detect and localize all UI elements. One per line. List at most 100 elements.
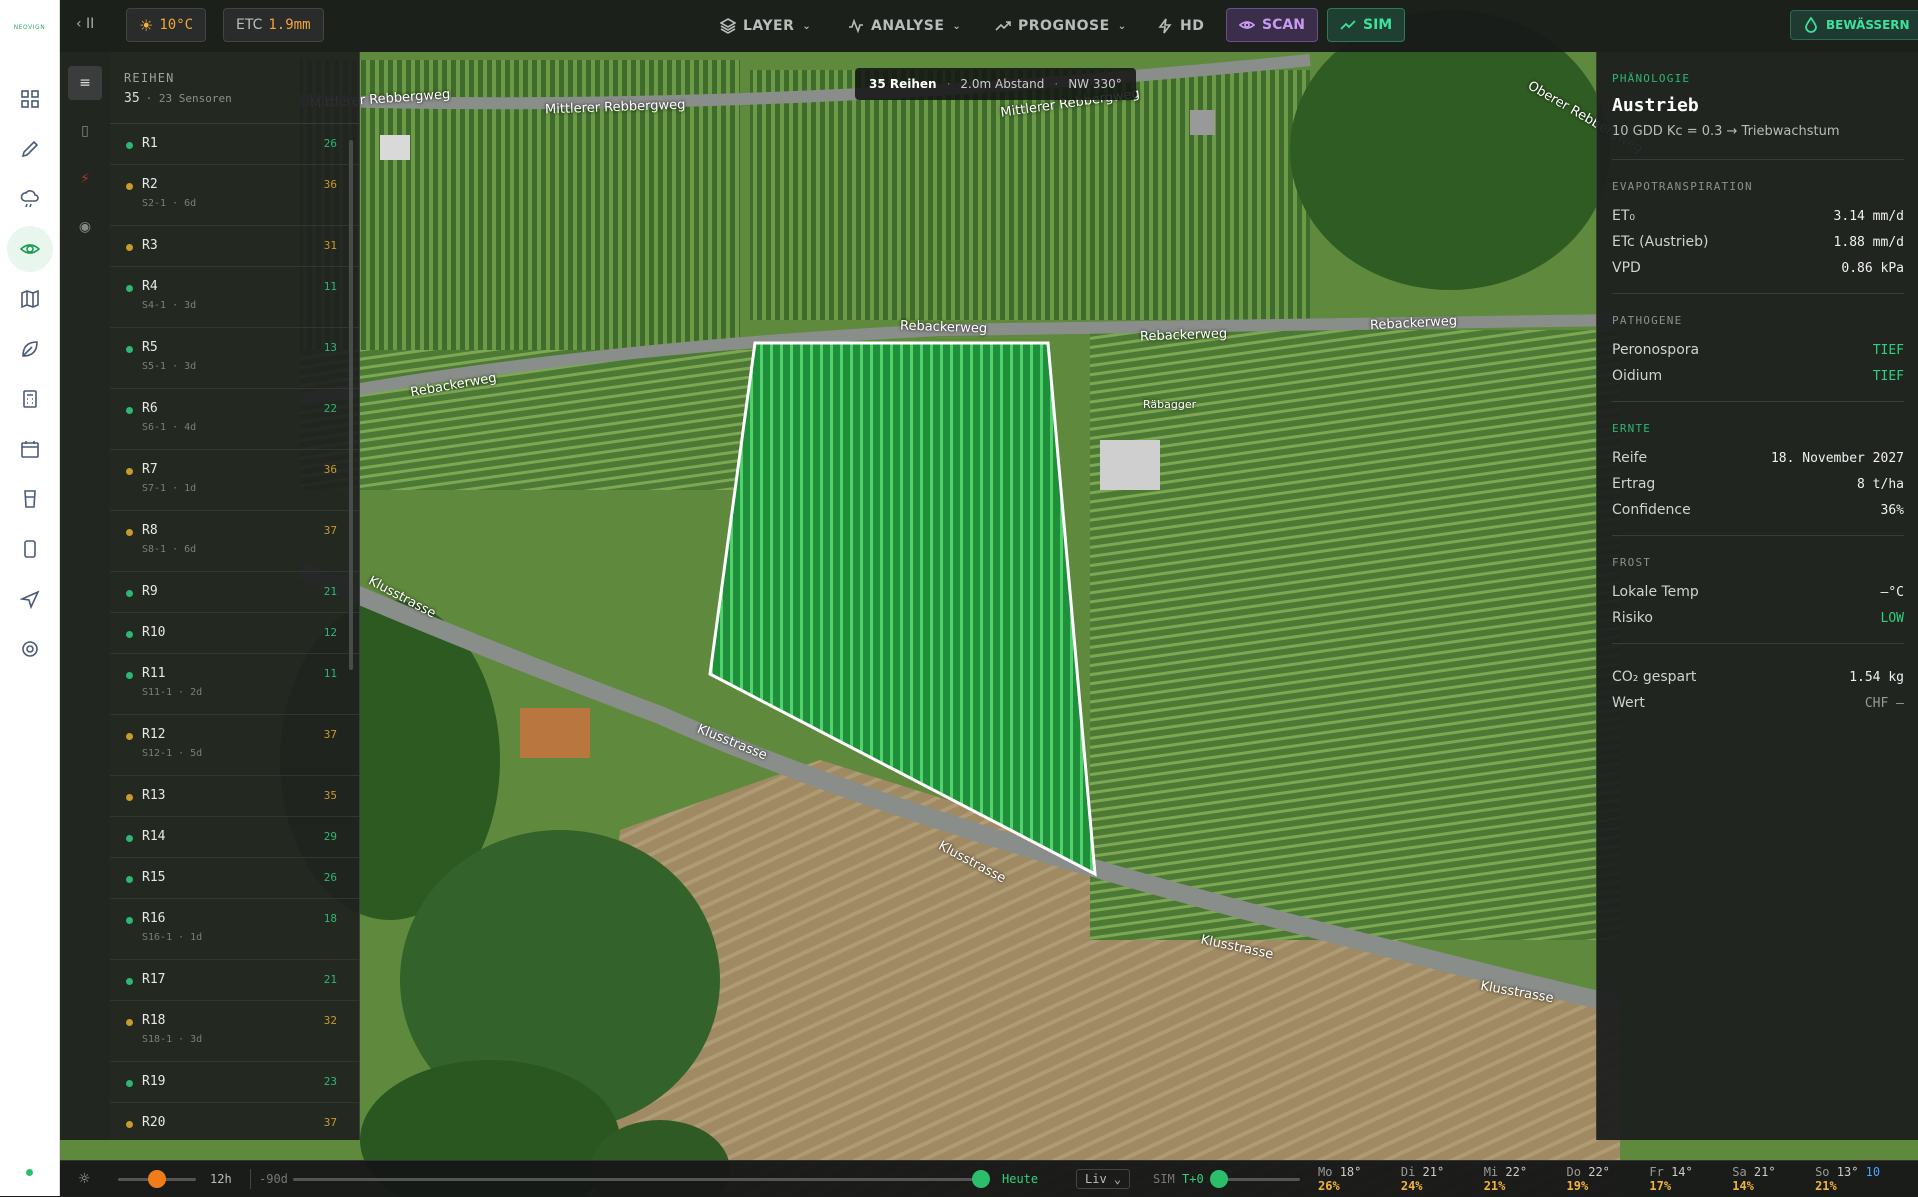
droplet-icon <box>1805 17 1817 33</box>
row-item[interactable]: R9 21 <box>110 572 359 613</box>
eye-icon <box>1239 21 1255 29</box>
sim-value: T+0 <box>1182 1172 1204 1186</box>
row-item[interactable]: R4 11 S4-1 · 3d <box>110 267 359 328</box>
analyse-menu[interactable]: ANALYSE ⌄ <box>848 12 961 40</box>
time-slider[interactable] <box>972 1170 990 1188</box>
back-icon[interactable]: ‹ ⅠⅠ <box>76 16 94 32</box>
sun-icon[interactable]: ☼ <box>78 1161 91 1197</box>
forecast-pct: 24% <box>1400 1179 1423 1193</box>
status-dot <box>126 346 133 353</box>
today-label: Heute <box>1002 1172 1039 1186</box>
row-item[interactable]: R13 35 <box>110 776 359 817</box>
sim-slider[interactable] <box>1210 1170 1228 1188</box>
row-item[interactable]: R7 36 S7-1 · 1d <box>110 450 359 511</box>
bolt-icon <box>1158 18 1172 34</box>
spacing-info: 2.0m Abstand <box>960 77 1045 91</box>
drone-nav[interactable] <box>7 576 53 622</box>
irrigate-button[interactable]: BEWÄSSERN <box>1790 10 1918 40</box>
row-sensor: S2-1 · 6d <box>142 198 197 209</box>
chevron-down-icon: ⌄ <box>952 20 962 32</box>
vpd-value: 0.86 kPa <box>1841 260 1904 276</box>
row-item[interactable]: R19 23 <box>110 1062 359 1103</box>
et0-value: 3.14 mm/d <box>1833 208 1904 224</box>
status-dot <box>126 631 133 638</box>
list-icon[interactable]: ≡ <box>68 66 102 100</box>
calendar-nav[interactable] <box>7 426 53 472</box>
forecast-temp: 22° <box>1505 1165 1528 1179</box>
row-item[interactable]: R17 21 <box>110 960 359 1001</box>
row-count: 21 <box>323 585 337 598</box>
time-track[interactable] <box>293 1178 983 1181</box>
trend-icon <box>1340 20 1356 30</box>
glass-icon <box>23 490 36 508</box>
row-sensor: S11-1 · 2d <box>142 687 203 698</box>
row-count: 26 <box>323 137 337 150</box>
row-item[interactable]: R2 36 S2-1 · 6d <box>110 165 359 226</box>
hours-slider[interactable] <box>148 1170 166 1188</box>
etc-chip[interactable]: ETC 1.9mm <box>223 8 324 42</box>
forecast-pct: 19% <box>1566 1179 1589 1193</box>
row-sensor: S8-1 · 6d <box>142 544 197 555</box>
forecast-pct: 26% <box>1318 1179 1340 1193</box>
forecast-strip: Mo 18° 26% Di 21° 24% Mi 22° 21% Do 22° 19%… <box>1318 1161 1918 1197</box>
scan-button[interactable]: SCAN <box>1226 8 1318 42</box>
row-item[interactable]: R1 26 <box>110 124 359 165</box>
forecast-temp: 13° <box>1836 1165 1859 1179</box>
dashboard-nav[interactable] <box>7 76 53 122</box>
status-dot <box>126 1080 133 1087</box>
phone-icon <box>23 540 36 558</box>
row-item[interactable]: R11 11 S11-1 · 2d <box>110 654 359 715</box>
draw-nav[interactable] <box>7 126 53 172</box>
device-nav[interactable] <box>7 526 53 572</box>
forecast-pct: 21% <box>1483 1179 1506 1193</box>
row-item[interactable]: R5 13 S5-1 · 3d <box>110 328 359 389</box>
row-item[interactable]: R12 37 S12-1 · 5d <box>110 715 359 776</box>
row-item[interactable]: R8 37 S8-1 · 6d <box>110 511 359 572</box>
irrigate-label: BEWÄSSERN <box>1826 18 1910 32</box>
scan-label: SCAN <box>1262 17 1305 33</box>
row-item[interactable]: R6 22 S6-1 · 4d <box>110 389 359 450</box>
weather-chip[interactable]: ☀ 10°C <box>126 8 207 42</box>
row-item[interactable]: R16 18 S16-1 · 1d <box>110 899 359 960</box>
forecast-day-name: Fr <box>1649 1165 1664 1179</box>
chevron-down-icon: ⌄ <box>1117 20 1127 32</box>
target-icon[interactable]: ◉ <box>68 210 102 244</box>
forecast-temp: 18° <box>1339 1165 1362 1179</box>
row-item[interactable]: R20 37 <box>110 1103 359 1140</box>
scrollbar[interactable] <box>349 140 353 670</box>
status-dot <box>126 917 133 924</box>
row-item[interactable]: R14 29 <box>110 817 359 858</box>
value-label: Wert <box>1612 695 1645 711</box>
row-item[interactable]: R3 31 <box>110 226 359 267</box>
plane-icon <box>19 590 40 609</box>
leaf-nav[interactable] <box>7 326 53 372</box>
layer-menu[interactable]: LAYER ⌄ <box>720 12 811 40</box>
row-sensor: S16-1 · 1d <box>142 932 203 943</box>
map-nav[interactable] <box>7 276 53 322</box>
forecast-day: Mi 22° 21% <box>1484 1165 1551 1193</box>
glass-nav[interactable] <box>7 476 53 522</box>
weather-nav[interactable] <box>7 176 53 222</box>
mode-value: Liv <box>1085 1172 1107 1186</box>
map-icon <box>20 289 39 309</box>
row-item[interactable]: R10 12 <box>110 613 359 654</box>
calculator-nav[interactable] <box>7 376 53 422</box>
value-value: CHF — <box>1864 695 1904 711</box>
prognose-menu[interactable]: PROGNOSE ⌄ <box>995 12 1127 40</box>
sim-button[interactable]: SIM <box>1327 8 1406 42</box>
rows-panel: REIHEN 35 · 23 Sensoren R1 26 R2 36 S2-1 · 6d… <box>110 52 360 1140</box>
row-count: 22 <box>323 402 337 415</box>
rows-count: 35 <box>124 91 140 106</box>
orientation-info: NW 330° <box>1068 77 1122 91</box>
status-dot <box>126 529 133 536</box>
bolt-icon[interactable]: ⚡ <box>68 162 102 196</box>
evapotranspiration-label: EVAPOTRANSPIRATION <box>1612 180 1753 193</box>
row-count: 37 <box>323 728 337 741</box>
scan-nav[interactable] <box>6 226 53 272</box>
columns-icon[interactable]: ▯ <box>68 114 102 148</box>
mode-select[interactable]: Liv ⌄ <box>1076 1161 1131 1197</box>
hd-toggle[interactable]: HD <box>1157 12 1204 40</box>
row-item[interactable]: R18 32 S18-1 · 3d <box>110 1001 359 1062</box>
settings-nav[interactable] <box>7 626 53 672</box>
row-item[interactable]: R15 26 <box>110 858 359 899</box>
